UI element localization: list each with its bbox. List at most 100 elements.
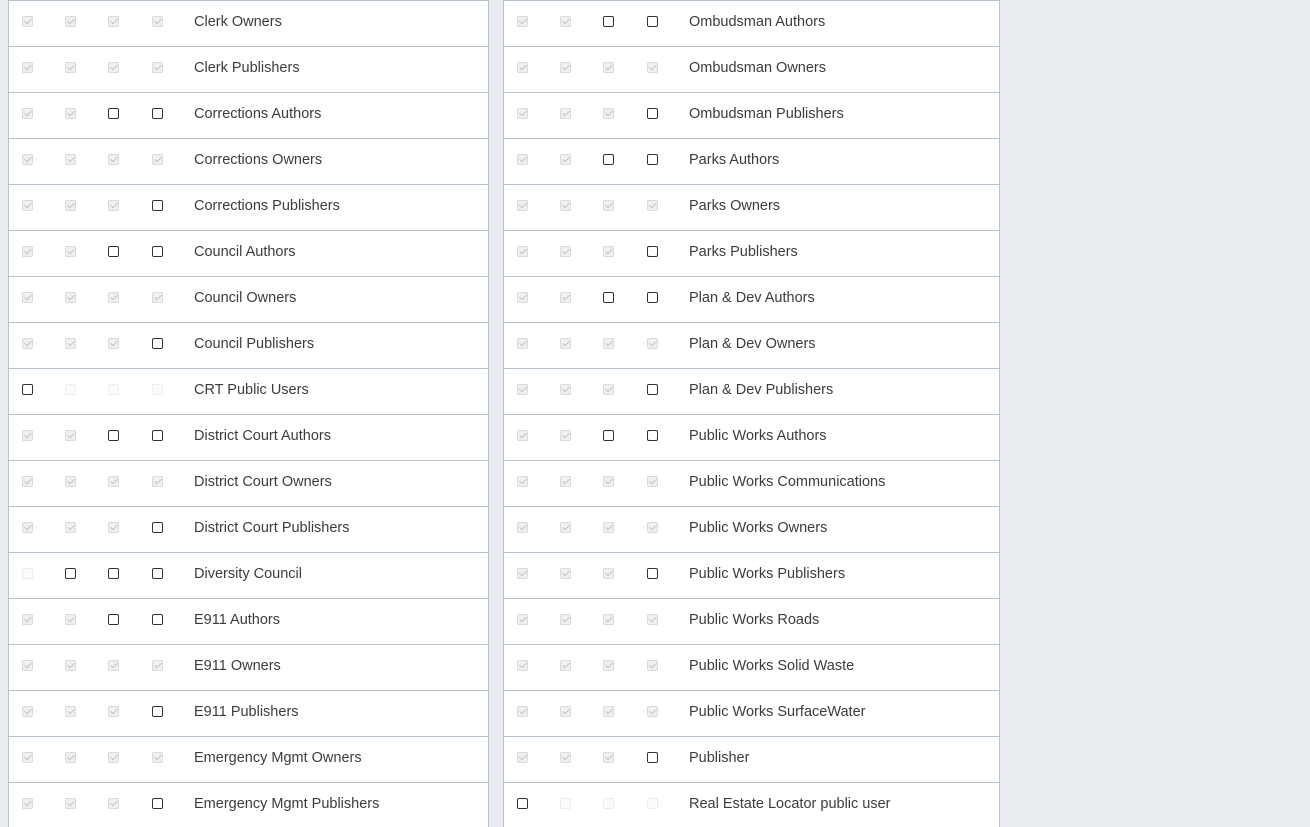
permission-checkbox-4[interactable] — [647, 384, 658, 395]
permission-checkbox-2 — [65, 660, 76, 671]
permission-checkbox-3[interactable] — [603, 16, 614, 27]
permission-checkbox-2 — [560, 430, 571, 441]
permission-checkbox-4[interactable] — [647, 292, 658, 303]
group-label-parks-owners: Parks Owners — [689, 198, 781, 214]
permission-checkbox-2 — [65, 430, 76, 441]
permission-checkbox-2 — [65, 154, 76, 165]
permission-checkbox-4[interactable] — [647, 108, 658, 119]
permission-checkbox-4[interactable] — [152, 430, 163, 441]
group-label-plan-and-dev-publishers: Plan & Dev Publishers — [689, 382, 834, 398]
permission-checkbox-3[interactable] — [603, 430, 614, 441]
permission-checkbox-2 — [560, 752, 571, 763]
group-label-public-works-authors: Public Works Authors — [689, 428, 827, 444]
table-row: E911 Owners — [9, 644, 488, 690]
permission-checkbox-2 — [560, 246, 571, 257]
permission-checkbox-4[interactable] — [152, 614, 163, 625]
permission-checkbox-4[interactable] — [647, 568, 658, 579]
permission-checkbox-1 — [517, 384, 528, 395]
table-row: Parks Owners — [504, 184, 999, 230]
permission-checkbox-3 — [108, 752, 119, 763]
table-row: Corrections Owners — [9, 138, 488, 184]
permission-checkbox-3 — [603, 246, 614, 257]
permission-checkbox-3[interactable] — [603, 292, 614, 303]
group-list-left: Clerk Owners Clerk Publishers Corrections … — [8, 0, 489, 827]
permission-checkbox-3 — [108, 62, 119, 73]
group-label-e911-publishers: E911 Publishers — [194, 704, 299, 720]
group-label-parks-authors: Parks Authors — [689, 152, 780, 168]
permission-checkbox-3 — [108, 660, 119, 671]
table-row: District Court Authors — [9, 414, 488, 460]
permission-checkbox-4[interactable] — [152, 108, 163, 119]
group-label-real-estate-locator-public-user: Real Estate Locator public user — [689, 796, 891, 812]
permission-checkbox-2 — [65, 522, 76, 533]
permission-checkbox-3[interactable] — [603, 154, 614, 165]
permission-checkbox-4[interactable] — [152, 246, 163, 257]
permission-checkbox-1[interactable] — [517, 798, 528, 809]
permission-checkbox-3[interactable] — [108, 430, 119, 441]
group-label-ombudsman-owners: Ombudsman Owners — [689, 60, 826, 76]
table-row: Ombudsman Publishers — [504, 92, 999, 138]
permission-checkbox-1 — [517, 476, 528, 487]
permission-checkbox-2 — [560, 108, 571, 119]
permission-checkbox-3 — [603, 798, 614, 809]
group-label-council-publishers: Council Publishers — [194, 336, 315, 352]
permission-checkbox-1 — [517, 200, 528, 211]
table-row: Corrections Authors — [9, 92, 488, 138]
permission-checkbox-4[interactable] — [647, 16, 658, 27]
table-row: Diversity Council — [9, 552, 488, 598]
permission-checkbox-1 — [22, 614, 33, 625]
permission-checkbox-1 — [22, 660, 33, 671]
group-label-e911-authors: E911 Authors — [194, 612, 280, 628]
group-label-public-works-owners: Public Works Owners — [689, 520, 828, 536]
permission-checkbox-4 — [647, 522, 658, 533]
group-label-public-works-surfacewater: Public Works SurfaceWater — [689, 704, 866, 720]
permission-checkbox-4[interactable] — [152, 338, 163, 349]
group-label-publisher: Publisher — [689, 750, 750, 766]
permission-checkbox-4[interactable] — [152, 706, 163, 717]
permission-checkbox-3[interactable] — [108, 108, 119, 119]
permission-checkbox-4 — [152, 292, 163, 303]
table-row: Public Works Roads — [504, 598, 999, 644]
permission-checkbox-4 — [647, 338, 658, 349]
permission-checkbox-4[interactable] — [647, 752, 658, 763]
permission-checkbox-2 — [560, 384, 571, 395]
permission-checkbox-2[interactable] — [65, 568, 76, 579]
permission-checkbox-3[interactable] — [108, 246, 119, 257]
permission-checkbox-3 — [108, 292, 119, 303]
permission-checkbox-3[interactable] — [108, 568, 119, 579]
permission-checkbox-4 — [152, 62, 163, 73]
permission-checkbox-4 — [152, 752, 163, 763]
permission-checkbox-4[interactable] — [152, 568, 163, 579]
permission-checkbox-1 — [22, 246, 33, 257]
permission-checkbox-4[interactable] — [152, 798, 163, 809]
permission-checkbox-4[interactable] — [647, 430, 658, 441]
table-row: Council Owners — [9, 276, 488, 322]
group-label-corrections-authors: Corrections Authors — [194, 106, 322, 122]
table-row: Publisher — [504, 736, 999, 782]
permission-checkbox-2 — [65, 798, 76, 809]
permission-checkbox-3 — [108, 522, 119, 533]
permission-checkbox-1 — [22, 706, 33, 717]
permission-checkbox-1 — [517, 706, 528, 717]
permission-checkbox-2 — [560, 660, 571, 671]
permission-checkbox-4[interactable] — [647, 246, 658, 257]
permission-checkbox-3 — [603, 568, 614, 579]
permission-checkbox-4[interactable] — [152, 522, 163, 533]
permission-checkbox-1 — [22, 292, 33, 303]
permission-checkbox-4 — [647, 660, 658, 671]
permission-checkbox-3 — [108, 200, 119, 211]
permission-checkbox-1 — [22, 476, 33, 487]
table-row: Plan & Dev Authors — [504, 276, 999, 322]
permission-checkbox-2 — [65, 706, 76, 717]
permission-checkbox-4[interactable] — [647, 154, 658, 165]
group-label-emergency-mgmt-publishers: Emergency Mgmt Publishers — [194, 796, 380, 812]
permission-checkbox-1[interactable] — [22, 384, 33, 395]
permission-checkbox-2 — [65, 752, 76, 763]
permission-checkbox-1 — [22, 108, 33, 119]
group-label-corrections-owners: Corrections Owners — [194, 152, 323, 168]
group-label-district-court-owners: District Court Owners — [194, 474, 332, 490]
permission-checkbox-2 — [560, 476, 571, 487]
permission-checkbox-3[interactable] — [108, 614, 119, 625]
permission-checkbox-4[interactable] — [152, 200, 163, 211]
table-row: Clerk Owners — [9, 0, 488, 46]
